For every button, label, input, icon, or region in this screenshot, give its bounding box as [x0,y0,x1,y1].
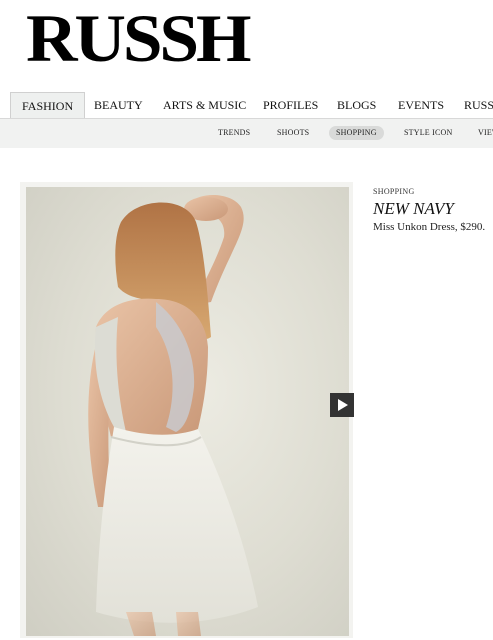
nav-fashion[interactable]: FASHION [10,92,86,118]
sub-nav: TRENDS SHOOTS SHOPPING STYLE ICON VIEW [0,119,493,148]
subnav-shopping[interactable]: SHOPPING [329,126,384,140]
article-category: SHOPPING [373,187,415,196]
subnav-view[interactable]: VIEW [478,126,493,140]
nav-beauty[interactable]: BEAUTY [94,92,143,117]
nav-russh[interactable]: RUSSH [464,92,493,117]
russh-logo[interactable]: RUSSH [26,4,251,72]
fashion-photo[interactable] [26,187,349,636]
play-button[interactable] [330,393,354,417]
article-title[interactable]: NEW NAVY [373,199,454,219]
subnav-shoots[interactable]: SHOOTS [277,126,309,140]
model-illustration [88,195,258,636]
nav-events[interactable]: EVENTS [398,92,444,117]
nav-arts-music[interactable]: ARTS & MUSIC [163,92,246,117]
nav-blogs[interactable]: BLOGS [337,92,376,117]
nav-profiles[interactable]: PROFILES [263,92,318,117]
main-nav: FASHION BEAUTY ARTS & MUSIC PROFILES BLO… [0,92,493,119]
article-caption: Miss Unkon Dress, $290. [373,221,486,233]
subnav-trends[interactable]: TRENDS [218,126,250,140]
play-icon [338,399,348,411]
subnav-style-icon[interactable]: STYLE ICON [404,126,452,140]
